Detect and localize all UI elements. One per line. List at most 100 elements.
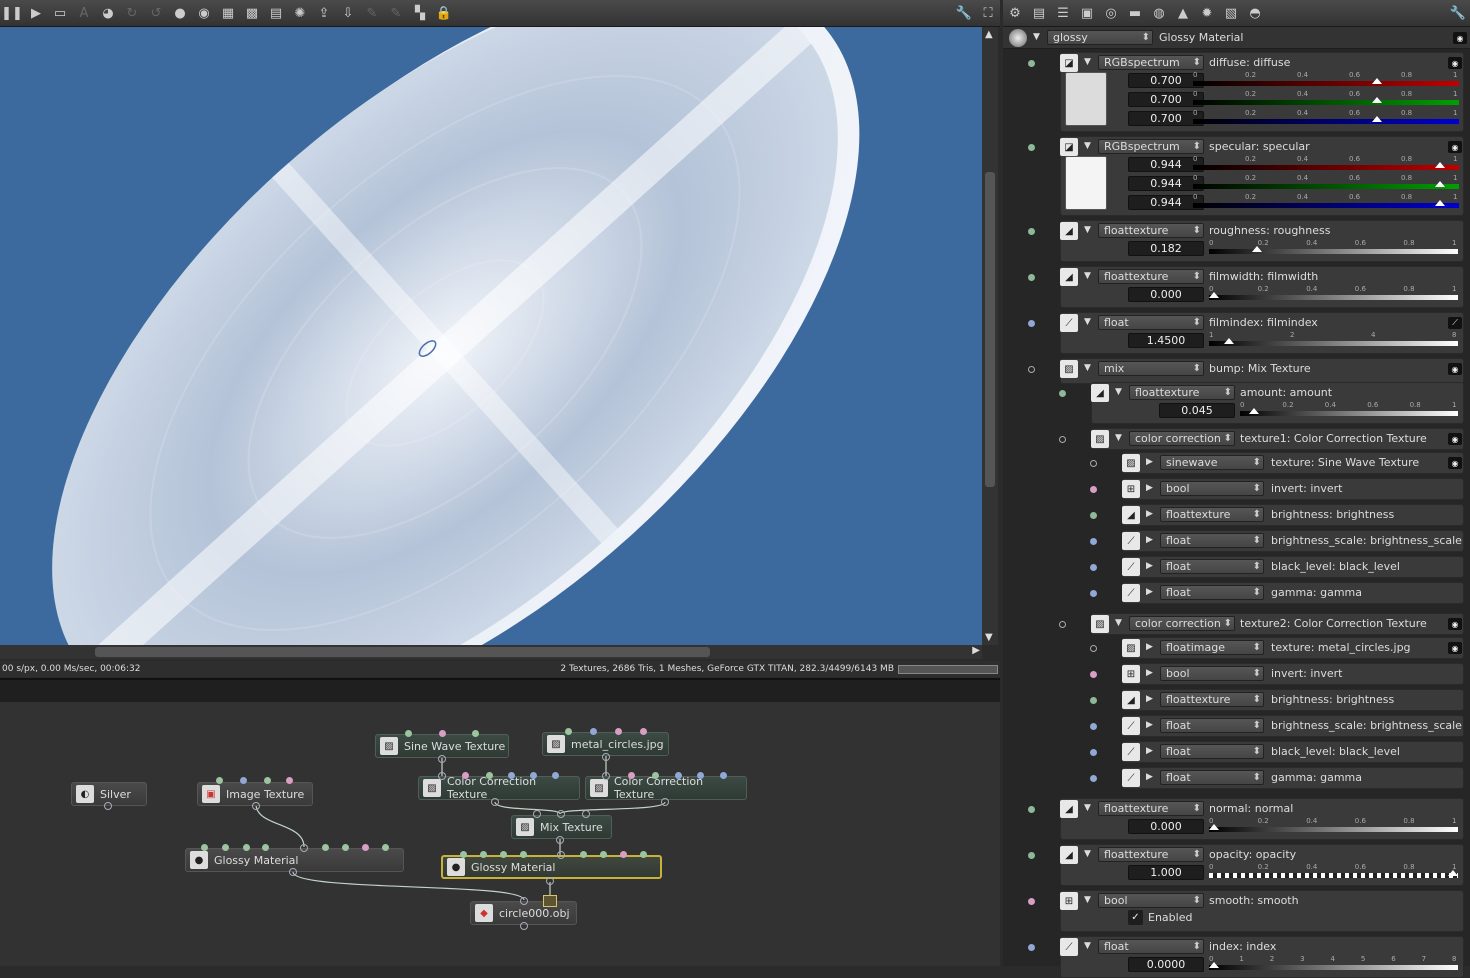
input-pin[interactable] xyxy=(405,730,412,737)
input-pin[interactable] xyxy=(286,777,293,784)
input-pin[interactable] xyxy=(240,777,247,784)
expand-arrow-icon[interactable]: ▼ xyxy=(1084,225,1091,235)
sphere2-icon[interactable]: ◉ xyxy=(194,3,214,23)
input-pin[interactable] xyxy=(697,772,704,779)
input-pin[interactable] xyxy=(322,844,329,851)
grid2-icon[interactable]: ▩ xyxy=(242,3,262,23)
type-dropdown[interactable]: color correction xyxy=(1129,616,1235,631)
pin-dot[interactable] xyxy=(1059,436,1066,443)
output-pin[interactable] xyxy=(546,877,554,885)
value-slider[interactable]: 1 2 4 8 xyxy=(1209,331,1458,349)
pin-dot[interactable] xyxy=(1028,60,1035,67)
eye-icon[interactable]: ◉ xyxy=(1448,642,1462,654)
input-pin[interactable] xyxy=(590,728,597,735)
type-dropdown[interactable]: floattexture xyxy=(1160,507,1264,522)
pin-dot[interactable] xyxy=(1028,320,1035,327)
reset-icon[interactable]: ↺ xyxy=(146,3,166,23)
pin-dot[interactable] xyxy=(1028,806,1035,813)
output-pin[interactable] xyxy=(252,802,260,810)
expand-arrow-icon[interactable]: ▼ xyxy=(1084,895,1091,905)
input-pin[interactable] xyxy=(620,851,627,858)
expand-arrow-icon[interactable]: ▶ xyxy=(1146,668,1153,678)
color-channel-slider[interactable]: 0 0.2 0.4 0.6 0.8 1 xyxy=(1193,71,1459,89)
pin-dot[interactable] xyxy=(1059,390,1066,397)
type-dropdown[interactable]: sinewave xyxy=(1160,455,1264,470)
value-slider[interactable]: 012345678 xyxy=(1209,955,1458,973)
type-dropdown[interactable]: bool xyxy=(1098,893,1204,908)
output-pin[interactable] xyxy=(602,753,610,761)
eye-icon[interactable]: ◉ xyxy=(1453,32,1467,44)
node-graph[interactable]: ◐ Silver ▣ Image Texture ▨ Sine Wave Textur… xyxy=(0,702,1000,966)
expand-arrow-icon[interactable]: ▶ xyxy=(1146,587,1153,597)
input-pin[interactable] xyxy=(615,728,622,735)
grid-icon[interactable]: ▦ xyxy=(218,3,238,23)
pin-dot[interactable] xyxy=(1028,366,1035,373)
eye-icon[interactable]: ◉ xyxy=(1448,141,1462,153)
pin-dot[interactable] xyxy=(1028,228,1035,235)
value-slider[interactable]: 0 0.2 0.4 0.6 0.8 1 xyxy=(1209,817,1458,835)
eye-icon[interactable]: ◉ xyxy=(1448,57,1462,69)
output-pin[interactable] xyxy=(556,836,564,844)
input-pin[interactable] xyxy=(557,810,565,818)
pin-dot[interactable] xyxy=(1090,671,1097,678)
input-pin[interactable] xyxy=(462,772,469,779)
type-dropdown[interactable]: float xyxy=(1160,770,1264,785)
type-dropdown[interactable]: floattexture xyxy=(1160,692,1264,707)
value-slider[interactable]: 0 0.2 0.4 0.6 0.8 1 xyxy=(1209,239,1458,257)
color-channel-slider[interactable]: 0 0.2 0.4 0.6 0.8 1 xyxy=(1193,90,1459,108)
expand-arrow-icon[interactable]: ▼ xyxy=(1084,141,1091,151)
type-dropdown[interactable]: float xyxy=(1160,744,1264,759)
pin-dot[interactable] xyxy=(1059,621,1066,628)
material-type-dropdown[interactable]: glossy xyxy=(1047,30,1153,45)
type-dropdown[interactable]: bool xyxy=(1160,481,1264,496)
slider-handle[interactable] xyxy=(1372,116,1383,122)
input-pin[interactable] xyxy=(552,772,559,779)
value-field[interactable]: 0.045 xyxy=(1159,403,1235,418)
color-icon[interactable]: ◕ xyxy=(98,3,118,23)
slider-handle[interactable] xyxy=(1224,338,1235,344)
pin-dot[interactable] xyxy=(1090,723,1097,730)
collapse-arrow-icon[interactable]: ▼ xyxy=(1033,32,1040,42)
import-icon[interactable]: ⇩ xyxy=(338,3,358,23)
color-swatch[interactable] xyxy=(1065,156,1107,210)
pane-divider[interactable] xyxy=(0,678,1000,702)
play-icon[interactable]: ▶ xyxy=(26,3,46,23)
expand-arrow-icon[interactable]: ▶ xyxy=(1146,483,1153,493)
pin-dot[interactable] xyxy=(1090,538,1097,545)
vertical-scroll-thumb[interactable] xyxy=(985,172,995,487)
expand-arrow-icon[interactable]: ▼ xyxy=(1084,803,1091,813)
pin-dot[interactable] xyxy=(1090,775,1097,782)
input-pin[interactable] xyxy=(480,851,487,858)
slider-handle[interactable] xyxy=(1209,962,1219,968)
type-dropdown[interactable]: floatimage xyxy=(1160,640,1264,655)
slider-handle[interactable] xyxy=(1372,78,1383,84)
input-pin[interactable] xyxy=(472,730,479,737)
export-icon[interactable]: ⇪ xyxy=(314,3,334,23)
slider-handle[interactable] xyxy=(1434,162,1445,168)
input-pin[interactable] xyxy=(362,844,369,851)
input-pin[interactable] xyxy=(439,730,446,737)
input-pin[interactable] xyxy=(508,772,515,779)
output-pin[interactable] xyxy=(438,755,446,763)
output-pin[interactable] xyxy=(289,868,297,876)
output-pin[interactable] xyxy=(520,922,528,930)
pin-dot[interactable] xyxy=(1090,512,1097,519)
monitor-icon[interactable]: ▭ xyxy=(50,3,70,23)
type-dropdown[interactable]: floattexture xyxy=(1098,801,1204,816)
type-dropdown[interactable]: float xyxy=(1098,315,1204,330)
pin-dot[interactable] xyxy=(1090,645,1097,652)
input-pin[interactable] xyxy=(580,851,587,858)
value-field[interactable]: 1.4500 xyxy=(1128,333,1204,348)
input-pin[interactable] xyxy=(565,728,572,735)
type-dropdown[interactable]: floattexture xyxy=(1098,847,1204,862)
eye-icon[interactable]: ◉ xyxy=(1448,433,1462,445)
value-field[interactable]: 0.000 xyxy=(1128,287,1204,302)
expand-arrow-icon[interactable]: ▼ xyxy=(1084,941,1091,951)
fullscreen-icon[interactable]: ⛶ xyxy=(978,3,998,23)
pin-dot[interactable] xyxy=(1090,486,1097,493)
slider-handle[interactable] xyxy=(1434,181,1445,187)
pin-dot[interactable] xyxy=(1028,898,1035,905)
input-pin[interactable] xyxy=(530,772,537,779)
input-pin[interactable] xyxy=(216,777,223,784)
film-icon[interactable]: ▬ xyxy=(1125,3,1145,23)
